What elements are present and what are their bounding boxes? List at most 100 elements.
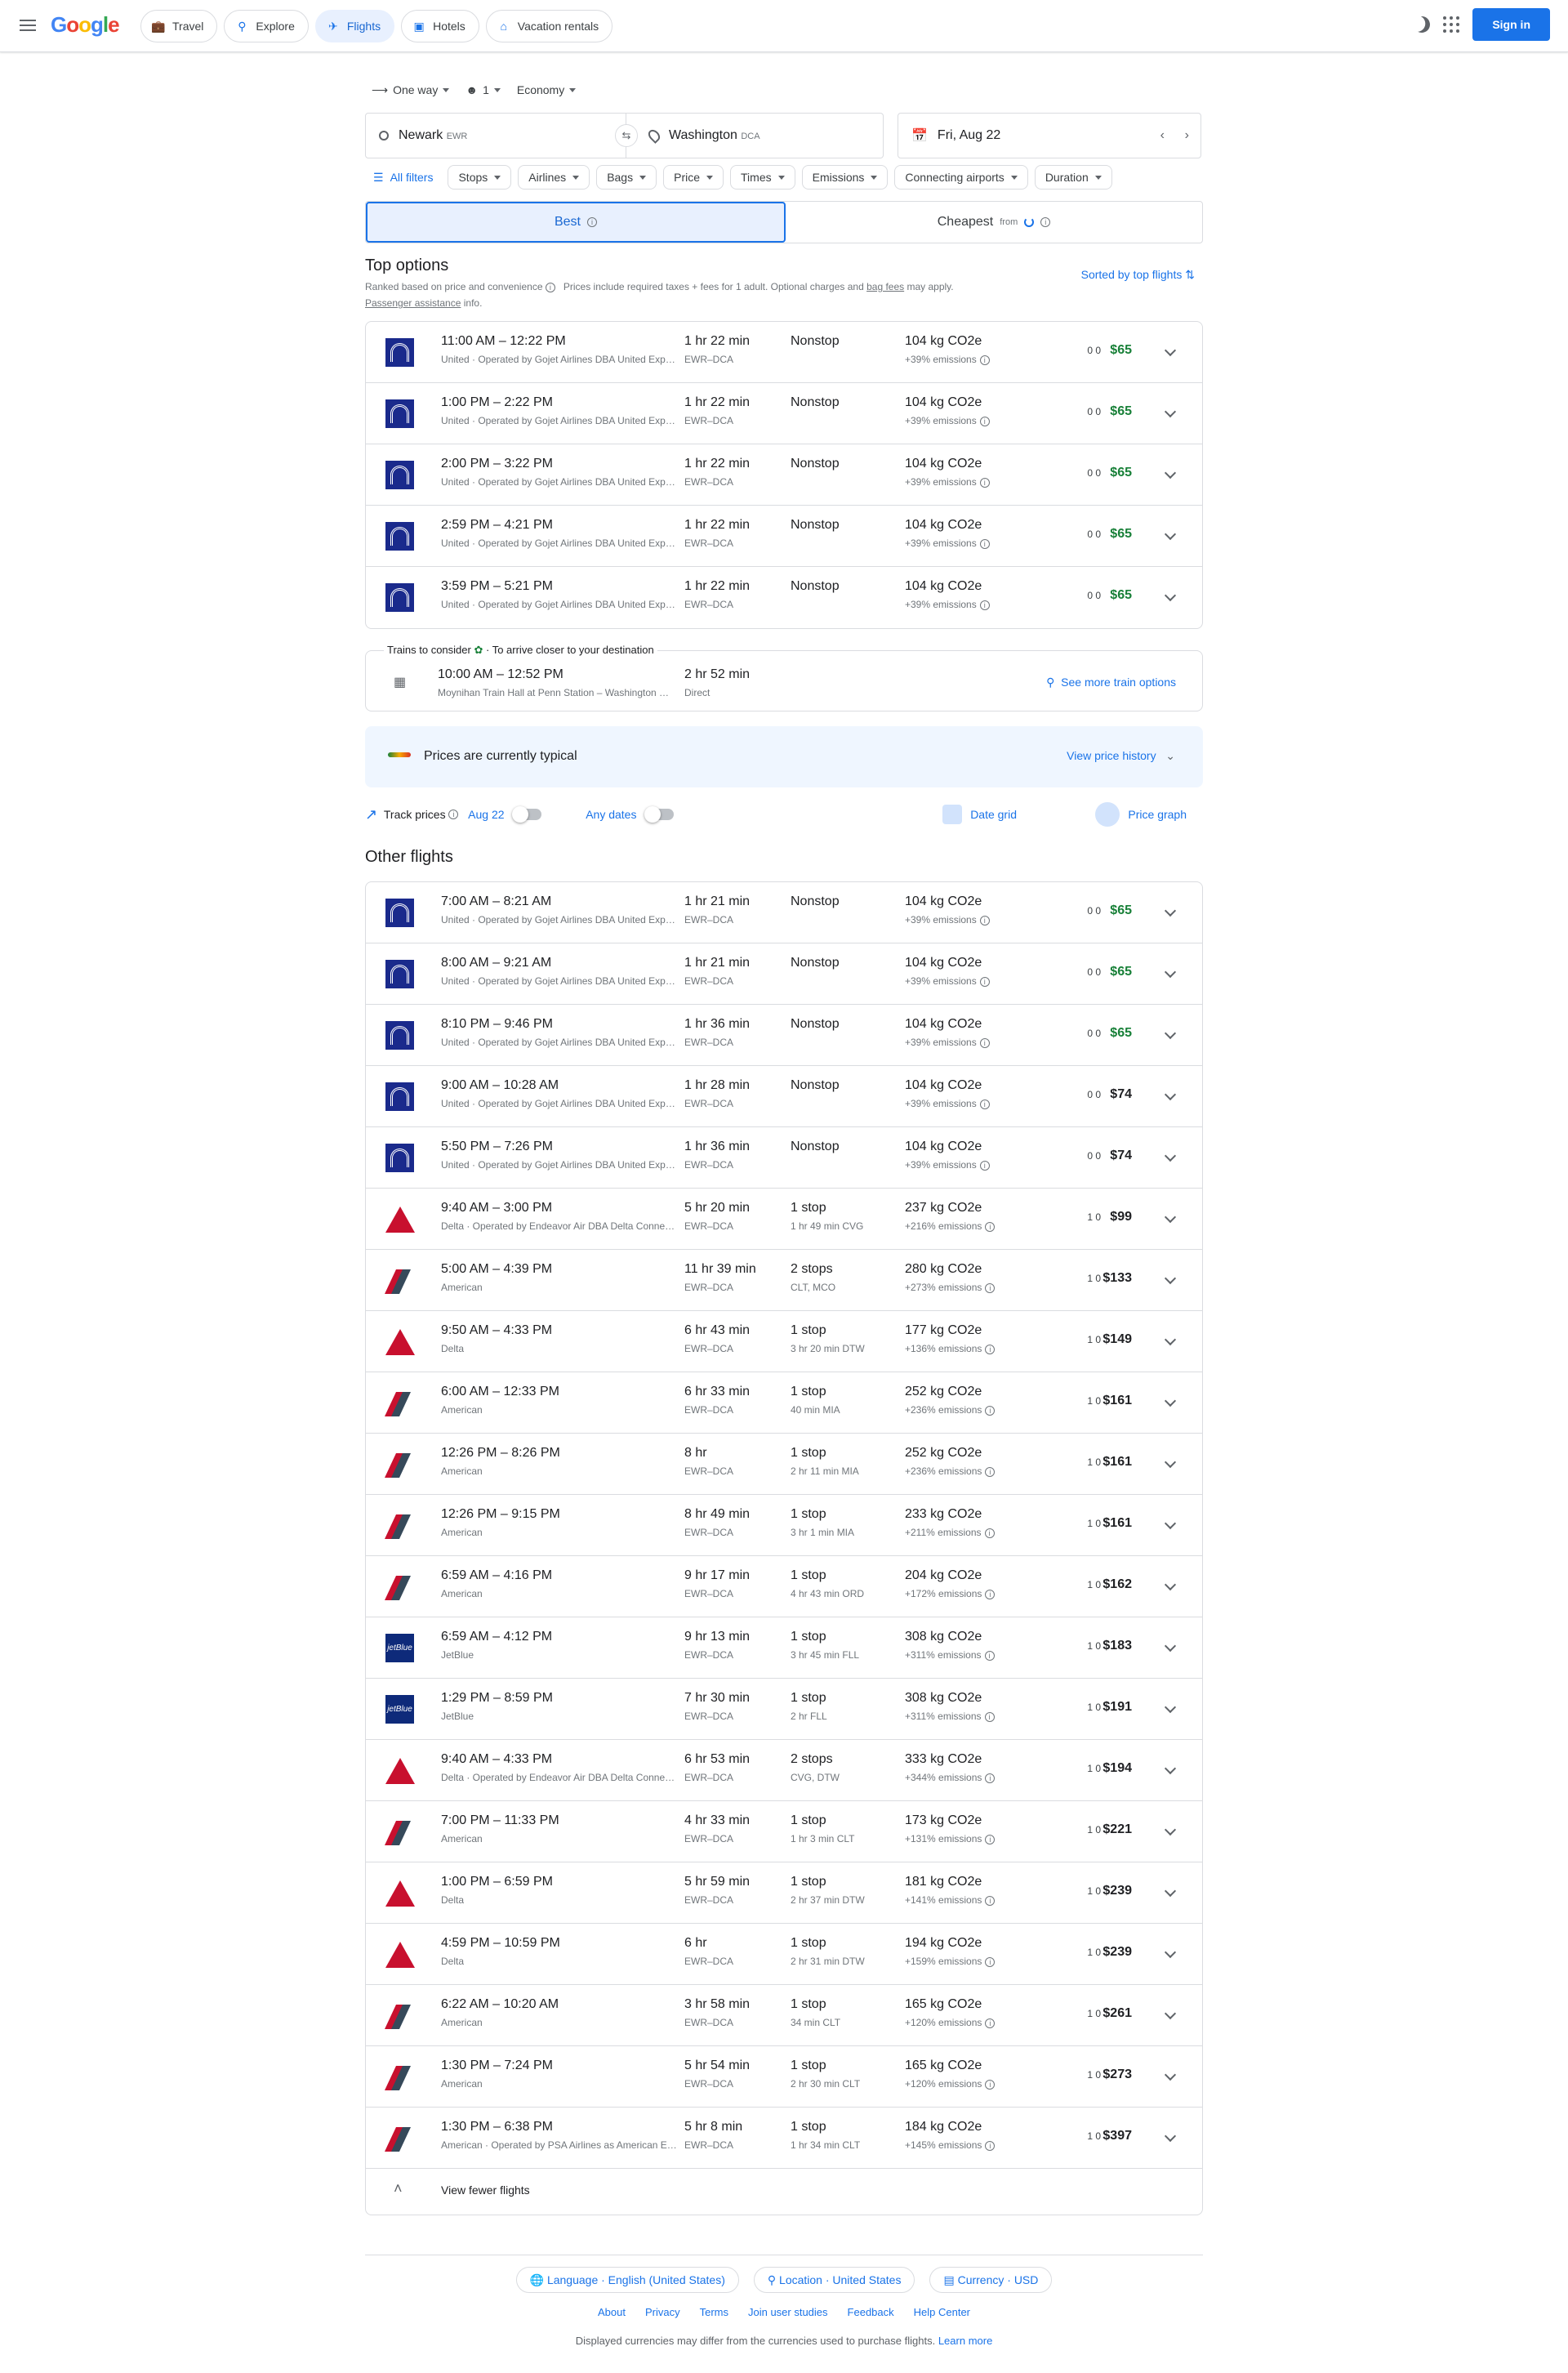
flight-row[interactable]: 9:40 AM – 4:33 PM Delta · Operated by End… xyxy=(366,1740,1202,1801)
track-any-dates-toggle[interactable] xyxy=(644,806,675,823)
google-apps-icon[interactable] xyxy=(1443,16,1460,33)
all-filters-button[interactable]: ☰ All filters xyxy=(365,171,441,185)
expand-chevron-icon[interactable] xyxy=(1164,528,1177,541)
expand-chevron-icon[interactable] xyxy=(1164,589,1177,602)
date-grid-button[interactable]: Date grid xyxy=(942,805,1017,824)
expand-chevron-icon[interactable] xyxy=(1164,1027,1177,1040)
expand-chevron-icon[interactable] xyxy=(1164,1456,1177,1469)
tab-vacation-rentals[interactable]: ⌂ Vacation rentals xyxy=(485,10,613,42)
flight-row[interactable]: 12:26 PM – 8:26 PM American 8 hr EWR–DCA 1 s… xyxy=(366,1434,1202,1495)
expand-chevron-icon[interactable] xyxy=(1164,1762,1177,1775)
tab-hotels[interactable]: ▣ Hotels xyxy=(401,10,479,42)
flight-row[interactable]: 5:50 PM – 7:26 PM United · Operated by Go… xyxy=(366,1127,1202,1189)
expand-chevron-icon[interactable] xyxy=(1164,466,1177,480)
expand-chevron-icon[interactable] xyxy=(1164,1149,1177,1162)
tab-cheapest[interactable]: Cheapest from i xyxy=(786,202,1202,243)
passenger-assistance-link[interactable]: Passenger assistance xyxy=(365,297,461,309)
info-icon[interactable]: i xyxy=(985,1345,996,1354)
track-date-toggle[interactable] xyxy=(512,806,542,823)
flight-row[interactable]: 8:00 AM – 9:21 AM United · Operated by Go… xyxy=(366,943,1202,1005)
location-button[interactable]: ⚲ Location · United States xyxy=(753,2267,915,2293)
sort-order-button[interactable]: Sorted by top flights ⇅ xyxy=(1081,268,1195,282)
flight-row[interactable]: 9:50 AM – 4:33 PM Delta 6 hr 43 min EWR–DCA… xyxy=(366,1311,1202,1372)
date-field[interactable]: 📅 Fri, Aug 22 ‹ › xyxy=(898,113,1201,158)
flight-row[interactable]: 1:00 PM – 2:22 PM United · Operated by Go… xyxy=(366,383,1202,444)
info-icon[interactable]: i xyxy=(448,810,459,819)
price-graph-button[interactable]: Price graph xyxy=(1095,802,1187,827)
flight-row[interactable]: 2:00 PM – 3:22 PM United · Operated by Go… xyxy=(366,444,1202,506)
filter-airlines[interactable]: Airlines xyxy=(518,165,590,190)
expand-chevron-icon[interactable] xyxy=(1164,904,1177,917)
info-icon[interactable]: i xyxy=(985,1957,996,1967)
flight-row[interactable]: 7:00 AM – 8:21 AM United · Operated by Go… xyxy=(366,882,1202,943)
info-icon[interactable]: i xyxy=(979,478,990,488)
bag-fees-link[interactable]: bag fees xyxy=(866,281,904,292)
origin-field[interactable]: Newark EWR xyxy=(365,113,626,158)
help-center-link[interactable]: Help Center xyxy=(914,2306,970,2318)
info-icon[interactable]: i xyxy=(545,283,555,292)
flight-row[interactable]: 11:00 AM – 12:22 PM United · Operated by … xyxy=(366,322,1202,383)
info-icon[interactable]: i xyxy=(979,977,990,987)
filter-times[interactable]: Times xyxy=(730,165,795,190)
info-icon[interactable]: i xyxy=(985,2141,996,2151)
sign-in-button[interactable]: Sign in xyxy=(1472,8,1550,41)
google-logo[interactable]: Google xyxy=(51,12,120,38)
expand-chevron-icon[interactable] xyxy=(1164,2130,1177,2143)
info-icon[interactable]: i xyxy=(985,1773,996,1783)
currency-button[interactable]: ▤ Currency · USD xyxy=(929,2267,1053,2293)
flight-row[interactable]: 4:59 PM – 10:59 PM Delta 6 hr EWR–DCA 1 stop… xyxy=(366,1924,1202,1985)
info-icon[interactable]: i xyxy=(979,355,990,365)
see-more-trains-link[interactable]: ⚲ See more train options xyxy=(1046,676,1176,689)
tab-best[interactable]: Best i xyxy=(366,202,786,243)
flight-row[interactable]: 12:26 PM – 9:15 PM American 8 hr 49 min EWR… xyxy=(366,1495,1202,1556)
expand-chevron-icon[interactable] xyxy=(1164,1394,1177,1407)
info-icon[interactable]: i xyxy=(985,1835,996,1844)
info-icon[interactable]: i xyxy=(985,1222,996,1232)
previous-date-icon[interactable]: ‹ xyxy=(1160,128,1165,143)
destination-field[interactable]: Washington DCA xyxy=(626,113,884,158)
flight-row[interactable]: 9:00 AM – 10:28 AM United · Operated by G… xyxy=(366,1066,1202,1127)
expand-chevron-icon[interactable] xyxy=(1164,1639,1177,1653)
terms-link[interactable]: Terms xyxy=(700,2306,728,2318)
info-icon[interactable]: i xyxy=(979,1038,990,1048)
flight-row[interactable]: jetBlue 6:59 AM – 4:12 PM JetBlue 9 hr 13 m… xyxy=(366,1617,1202,1679)
info-icon[interactable]: i xyxy=(979,539,990,549)
filter-duration[interactable]: Duration xyxy=(1034,165,1112,190)
flight-row[interactable]: 8:10 PM – 9:46 PM United · Operated by Go… xyxy=(366,1005,1202,1066)
info-icon[interactable]: i xyxy=(985,2018,996,2028)
flight-row[interactable]: 2:59 PM – 4:21 PM United · Operated by Go… xyxy=(366,506,1202,567)
flight-row[interactable]: 6:00 AM – 12:33 PM American 6 hr 33 min EWR… xyxy=(366,1372,1202,1434)
filter-stops[interactable]: Stops xyxy=(448,165,512,190)
flight-row[interactable]: 9:40 AM – 3:00 PM Delta · Operated by End… xyxy=(366,1189,1202,1250)
expand-chevron-icon[interactable] xyxy=(1164,1211,1177,1224)
flight-row[interactable]: 1:30 PM – 6:38 PM American · Operated by … xyxy=(366,2108,1202,2169)
expand-chevron-icon[interactable] xyxy=(1164,1946,1177,1959)
flight-row[interactable]: 6:22 AM – 10:20 AM American 3 hr 58 min EWR… xyxy=(366,1985,1202,2046)
expand-chevron-icon[interactable] xyxy=(1164,405,1177,418)
expand-chevron-icon[interactable] xyxy=(1164,1272,1177,1285)
info-icon[interactable]: i xyxy=(984,1712,995,1722)
filter-emissions[interactable]: Emissions xyxy=(801,165,889,190)
expand-chevron-icon[interactable] xyxy=(1164,1333,1177,1346)
about-link[interactable]: About xyxy=(598,2306,626,2318)
info-icon[interactable]: i xyxy=(979,916,990,926)
filter-connecting-airports[interactable]: Connecting airports xyxy=(894,165,1028,190)
info-icon[interactable]: i xyxy=(985,1467,996,1477)
swap-icon[interactable]: ⇆ xyxy=(615,124,638,147)
expand-chevron-icon[interactable] xyxy=(1164,1578,1177,1591)
info-icon[interactable]: i xyxy=(985,2080,996,2090)
info-icon[interactable]: i xyxy=(979,1100,990,1109)
expand-chevron-icon[interactable] xyxy=(1164,2007,1177,2020)
tab-travel[interactable]: 💼 Travel xyxy=(140,10,218,42)
flight-row[interactable]: 1:00 PM – 6:59 PM Delta 5 hr 59 min EWR–DCA… xyxy=(366,1862,1202,1924)
next-date-icon[interactable]: › xyxy=(1185,128,1189,143)
flight-row[interactable]: 5:00 AM – 4:39 PM American 11 hr 39 min EWR… xyxy=(366,1250,1202,1311)
trip-type-select[interactable]: ⟶ One way xyxy=(372,83,450,97)
expand-chevron-icon[interactable] xyxy=(1164,344,1177,357)
flight-row[interactable]: 7:00 PM – 11:33 PM American 4 hr 33 min EWR… xyxy=(366,1801,1202,1862)
info-icon[interactable]: i xyxy=(979,417,990,426)
view-price-history-button[interactable]: View price history ⌄ xyxy=(1067,749,1175,763)
flight-row[interactable]: 6:59 AM – 4:16 PM American 9 hr 17 min EWR–… xyxy=(366,1556,1202,1617)
info-icon[interactable]: i xyxy=(587,217,597,227)
dark-mode-icon[interactable] xyxy=(1412,14,1433,35)
